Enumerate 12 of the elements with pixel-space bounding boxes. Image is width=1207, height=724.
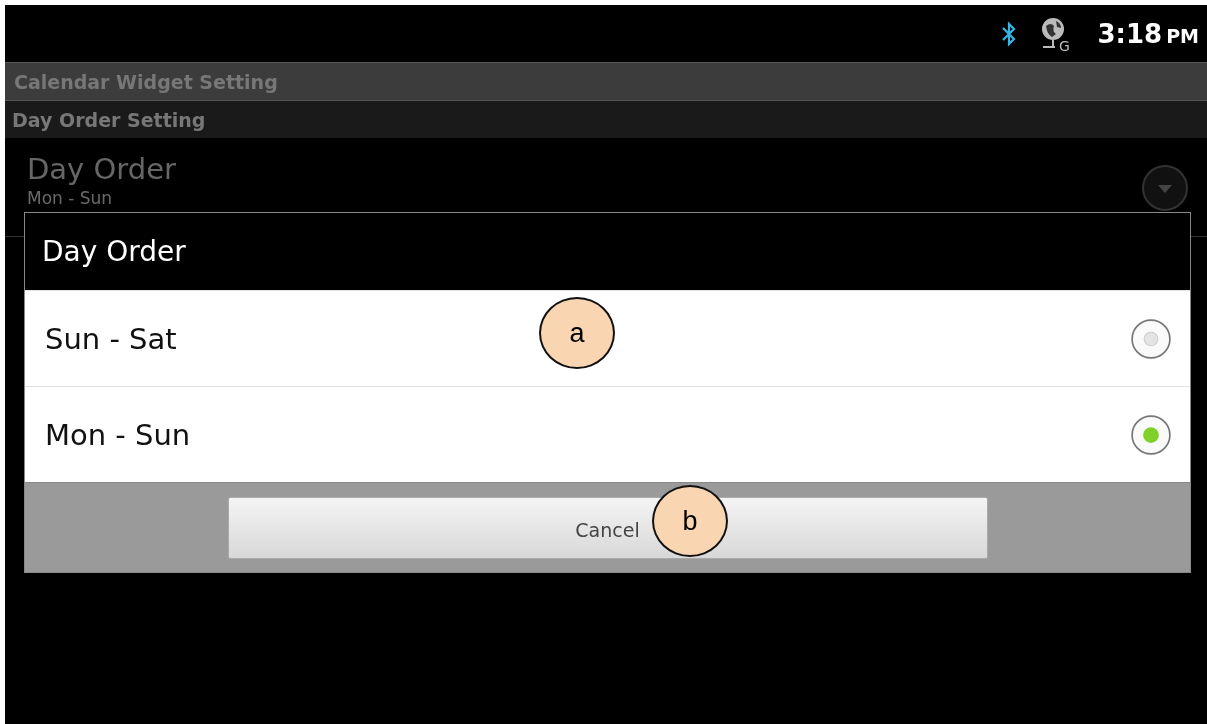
dialog-title: Day Order: [42, 235, 186, 268]
preference-title[interactable]: Day Order: [27, 152, 1141, 186]
preference-summary: Mon - Sun: [27, 188, 114, 208]
radio-selected[interactable]: [1130, 413, 1172, 456]
option-row[interactable]: Mon - Sun: [25, 386, 1190, 482]
bluetooth-icon[interactable]: [1001, 20, 1018, 47]
option-label: Sun - Sat: [45, 321, 177, 356]
section-header: Day Order Setting: [12, 108, 206, 131]
app-title: Calendar Widget Setting: [14, 70, 278, 93]
clock-time: 3:18 PM: [1097, 18, 1199, 49]
radio-unselected[interactable]: [1130, 317, 1172, 360]
option-label: Mon - Sun: [45, 417, 191, 452]
